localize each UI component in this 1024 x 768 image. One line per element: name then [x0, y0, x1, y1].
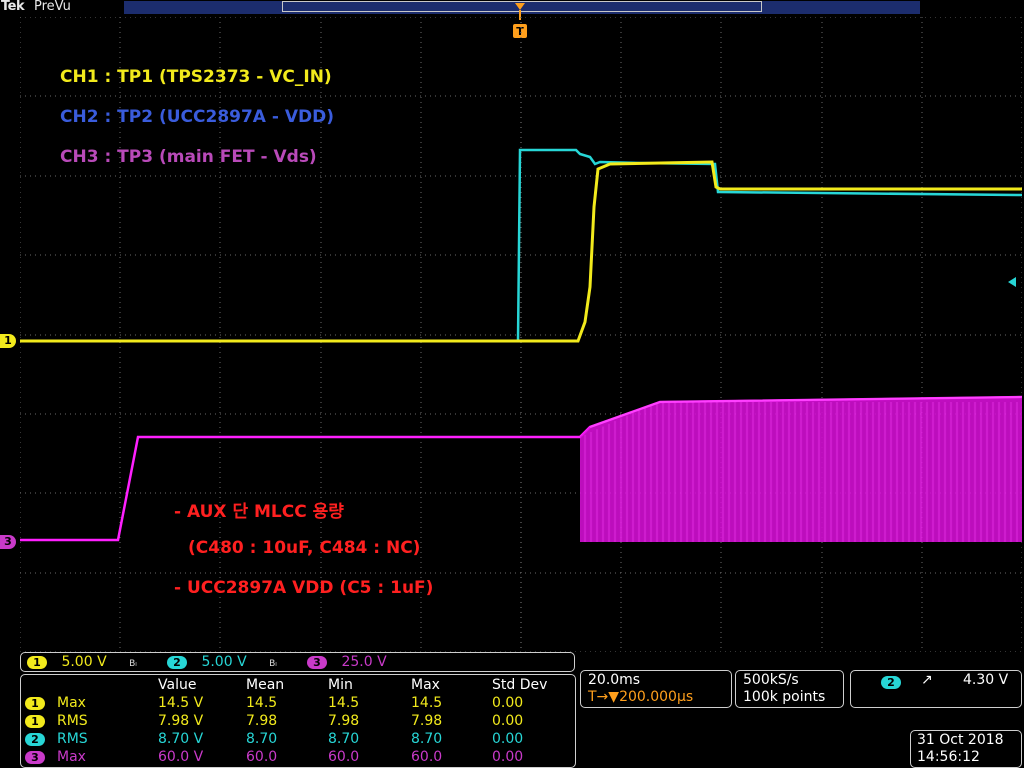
ch2-annotation: CH2 : TP2 (UCC2897A - VDD)	[60, 107, 335, 127]
brand-logo: Tek	[1, 0, 25, 14]
header-stddev: Std Dev	[492, 677, 548, 693]
ch3-waveform	[20, 395, 1022, 542]
ch3-annotation: CH3 : TP3 (main FET - Vds)	[60, 147, 317, 167]
ch1-annotation: CH1 : TP1 (TPS2373 - VC_IN)	[60, 67, 332, 87]
record-length: 100k points	[743, 689, 826, 705]
header-mean: Mean	[246, 677, 285, 693]
measurement-table[interactable]: Value Mean Min Max Std Dev 1 Max 14.5 V …	[20, 674, 576, 768]
sample-rate: 500kS/s	[743, 672, 799, 688]
header-max: Max	[411, 677, 440, 693]
aux-mlcc-note: - AUX 단 MLCC 용량	[174, 502, 344, 522]
ch2-scale[interactable]: 2 5.00 V Bₗ	[167, 654, 277, 670]
ch3-ground-marker[interactable]: 3	[0, 535, 16, 549]
acquisition-mode: PreVu	[34, 0, 71, 14]
oscilloscope-screen: { "top_bar": { "brand": "Tek", "mode": "…	[0, 0, 1024, 768]
ch1-waveform	[20, 160, 1022, 343]
trigger-level: 4.30 V	[963, 672, 1009, 688]
timebase-panel[interactable]: 20.0ms T→▼200.000µs	[580, 670, 732, 708]
time: 14:56:12	[917, 749, 980, 765]
ch1-ground-marker[interactable]: 1	[0, 334, 16, 348]
acquisition-panel[interactable]: 500kS/s 100k points	[735, 670, 844, 708]
trigger-level-arrow	[1008, 277, 1016, 287]
header-min: Min	[328, 677, 353, 693]
trigger-source: 2	[881, 675, 901, 689]
vdd-capacitor-note: - UCC2897A VDD (C5 : 1uF)	[174, 578, 434, 598]
header-value: Value	[158, 677, 197, 693]
horizontal-scale[interactable]: 20.0ms	[588, 672, 640, 688]
ch1-scale[interactable]: 1 5.00 V Bₗ	[27, 654, 137, 670]
trigger-slope-icon: ↗	[921, 672, 933, 688]
capacitor-note: (C480 : 10uF, C484 : NC)	[188, 538, 421, 558]
trigger-delay[interactable]: T→▼200.000µs	[588, 689, 693, 705]
ch3-scale[interactable]: 3 25.0 V	[307, 654, 387, 670]
datetime-panel: 31 Oct 2018 14:56:12	[910, 730, 1022, 768]
channel-scale-bar[interactable]: 1 5.00 V Bₗ 2 5.00 V Bₗ 3 25.0 V	[20, 652, 575, 672]
trigger-panel[interactable]: 2 ↗ 4.30 V	[850, 670, 1022, 708]
date: 31 Oct 2018	[917, 732, 1004, 748]
